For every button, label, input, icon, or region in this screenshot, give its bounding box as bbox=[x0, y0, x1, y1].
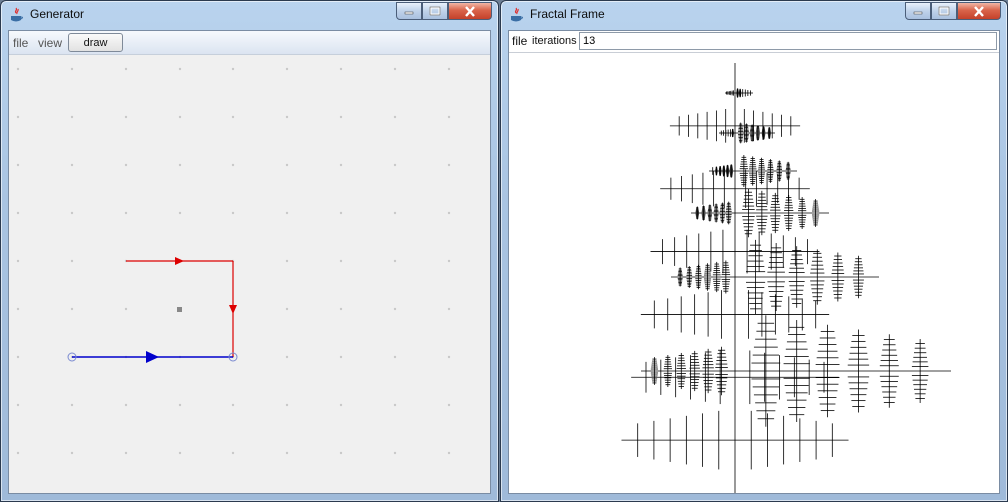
fractal-menubar: file iterations 13 bbox=[509, 31, 999, 53]
java-icon bbox=[11, 7, 23, 22]
menu-file[interactable]: file bbox=[512, 34, 527, 48]
draw-button[interactable]: draw bbox=[68, 33, 123, 52]
red-arrow-down-icon bbox=[229, 305, 237, 314]
fractal-drawing bbox=[621, 63, 951, 493]
window-controls bbox=[396, 2, 492, 21]
minimize-icon bbox=[404, 11, 414, 15]
iterations-label: iterations bbox=[532, 35, 577, 47]
maximize-icon bbox=[938, 6, 950, 16]
generator-titlebar[interactable]: Generator bbox=[1, 1, 498, 29]
blue-arrow-right-icon bbox=[146, 351, 159, 363]
generator-drawing[interactable] bbox=[9, 55, 490, 494]
minimize-icon bbox=[913, 11, 923, 15]
fractal-canvas bbox=[509, 53, 999, 493]
java-icon bbox=[511, 7, 523, 22]
window-title: Generator bbox=[30, 7, 85, 21]
maximize-icon bbox=[429, 6, 441, 16]
close-button[interactable] bbox=[957, 2, 1001, 20]
window-controls bbox=[905, 2, 1001, 21]
close-icon bbox=[465, 5, 475, 17]
close-button[interactable] bbox=[448, 2, 492, 20]
window-title: Fractal Frame bbox=[530, 7, 605, 21]
menu-file[interactable]: file bbox=[13, 36, 28, 50]
generator-client: file view draw bbox=[8, 30, 491, 494]
fractal-figure bbox=[621, 63, 951, 493]
menu-view[interactable]: view bbox=[38, 36, 62, 50]
red-arrow-right-icon bbox=[175, 257, 184, 265]
close-icon bbox=[974, 5, 984, 17]
fractal-window: Fractal Frame file iterations 13 bbox=[500, 0, 1008, 502]
center-point-marker bbox=[177, 307, 182, 312]
fractal-client: file iterations 13 bbox=[508, 30, 1000, 494]
iterations-input[interactable]: 13 bbox=[579, 32, 997, 50]
generator-window: Generator file view draw bbox=[0, 0, 499, 502]
minimize-button[interactable] bbox=[905, 2, 931, 20]
fractal-titlebar[interactable]: Fractal Frame bbox=[501, 1, 1007, 29]
minimize-button[interactable] bbox=[396, 2, 422, 20]
generator-menubar: file view draw bbox=[9, 31, 490, 55]
maximize-button[interactable] bbox=[422, 2, 448, 20]
generator-canvas[interactable] bbox=[9, 55, 490, 493]
maximize-button[interactable] bbox=[931, 2, 957, 20]
